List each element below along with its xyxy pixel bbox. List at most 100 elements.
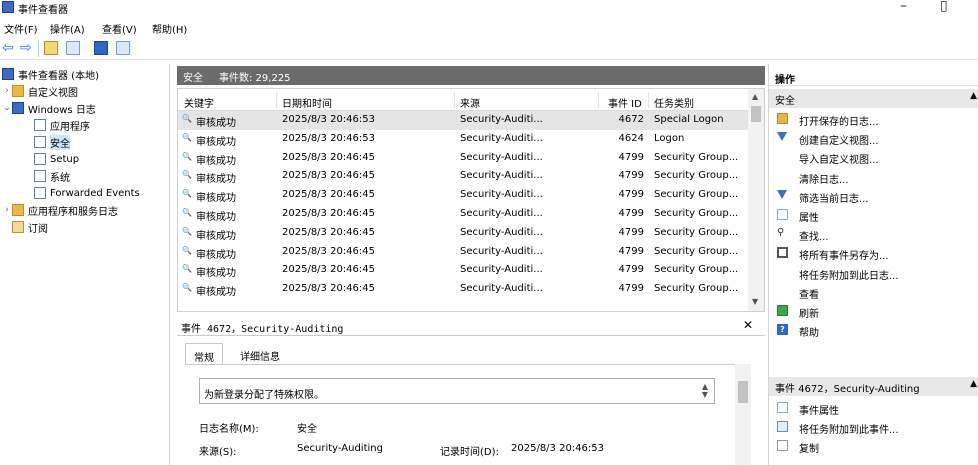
column-header-datetime[interactable]: 日期和时间 (282, 95, 332, 110)
cell-source: Security-Auditi... (460, 132, 543, 144)
tree-item-label: Setup (50, 153, 80, 165)
audit-success-key-icon: 🔍 (182, 264, 192, 274)
close-icon[interactable]: ✕ (743, 318, 753, 332)
action-item[interactable]: 导入自定义视图... (769, 148, 978, 166)
up-folder-icon[interactable] (44, 41, 58, 55)
scroll-thumb[interactable] (751, 106, 761, 122)
action-item[interactable]: 复制 (769, 437, 978, 455)
action-item[interactable]: 筛选当前日志... (769, 187, 978, 205)
table-row[interactable]: 🔍 审核成功 2025/8/3 20:46:45 Security-Auditi...… (178, 261, 748, 280)
title-bar: 事件查看器 – ▯ (0, 0, 978, 18)
tree-item-custom-views[interactable]: › 自定义视图 (2, 83, 78, 99)
table-row[interactable]: 🔍 审核成功 2025/8/3 20:46:45 Security-Auditi...… (178, 149, 748, 168)
description-scroll-icon[interactable]: ▲ ▼ (702, 383, 708, 399)
tree-item-root[interactable]: 事件查看器 (本地) (2, 66, 99, 82)
log-icon (34, 136, 46, 148)
action-label: 复制 (799, 444, 819, 456)
action-item[interactable]: 属性 (769, 206, 978, 224)
tree-item-app-service-logs[interactable]: › 应用程序和服务日志 (2, 202, 118, 218)
event-description-box[interactable]: 为新登录分配了特殊权限。 ▲ ▼ (199, 378, 715, 404)
expand-chevron-icon[interactable]: › (2, 86, 12, 96)
menu-file[interactable]: 文件(F) (4, 21, 38, 36)
action-item[interactable]: 清除日志... (769, 168, 978, 186)
detail-scrollbar[interactable] (735, 364, 751, 465)
table-row[interactable]: 🔍 审核成功 2025/8/3 20:46:45 Security-Auditi...… (178, 280, 748, 299)
table-row[interactable]: 🔍 审核成功 2025/8/3 20:46:45 Security-Auditi...… (178, 243, 748, 262)
cell-source: Security-Auditi... (460, 151, 543, 163)
minimize-button[interactable]: – (900, 0, 907, 14)
action-item[interactable]: 将所有事件另存为... (769, 244, 978, 262)
column-header-event-id[interactable]: 事件 ID (608, 95, 642, 110)
cell-source: Security-Auditi... (460, 264, 543, 276)
action-item[interactable]: 打开保存的日志... (769, 110, 978, 128)
help-icon[interactable] (94, 41, 108, 55)
action-label: 将所有事件另存为... (799, 251, 889, 263)
action-item[interactable]: 刷新 (769, 302, 978, 320)
scroll-up-icon[interactable]: ▲ (752, 92, 758, 101)
table-row[interactable]: 🔍 审核成功 2025/8/3 20:46:53 Security-Auditi...… (178, 111, 748, 130)
actions-section-log[interactable]: 安全 ▲ (769, 89, 978, 108)
table-row[interactable]: 🔍 审核成功 2025/8/3 20:46:45 Security-Auditi...… (178, 205, 748, 224)
tree-item-application[interactable]: 应用程序 (34, 117, 90, 133)
source-label: 来源(S): (199, 447, 237, 458)
cell-source: Security-Auditi... (460, 283, 543, 295)
actions-section-event[interactable]: 事件 4672，Security-Auditing ▲ (769, 377, 978, 396)
column-header-source[interactable]: 来源 (460, 95, 480, 110)
table-row[interactable]: 🔍 审核成功 2025/8/3 20:46:45 Security-Auditi...… (178, 186, 748, 205)
column-header-keyword[interactable]: 关键字 (184, 95, 214, 110)
table-row[interactable]: 🔍 审核成功 2025/8/3 20:46:45 Security-Auditi...… (178, 224, 748, 243)
copy-icon (777, 440, 788, 452)
tree-item-security[interactable]: 安全 (34, 134, 70, 150)
tree-item-subscriptions[interactable]: 订阅 (12, 219, 48, 235)
event-properties-icon (777, 402, 788, 413)
cell-task-category: Security Group... (654, 283, 739, 295)
forward-arrow-icon[interactable]: ⇨ (20, 41, 34, 55)
cell-datetime: 2025/8/3 20:46:45 (282, 283, 376, 295)
tree-item-system[interactable]: 系统 (34, 168, 70, 184)
menu-help[interactable]: 帮助(H) (152, 21, 187, 36)
action-label: 打开保存的日志... (799, 117, 879, 128)
tab-details[interactable]: 详细信息 (232, 343, 288, 365)
action-item[interactable]: 事件属性 (769, 399, 978, 417)
action-item[interactable]: 查看 (769, 283, 978, 301)
audit-success-key-icon: 🔍 (182, 208, 192, 217)
back-arrow-icon[interactable]: ⇦ (2, 41, 16, 55)
action-label: 查找... (799, 232, 829, 244)
action-item[interactable]: ? 帮助 (769, 321, 978, 339)
collapse-chevron-icon[interactable]: ▲ (970, 379, 977, 389)
scroll-down-icon[interactable]: ▼ (752, 297, 758, 306)
tree-item-setup[interactable]: Setup (34, 151, 79, 167)
event-count: 事件数: 29,225 (219, 73, 291, 84)
cell-task-category: Special Logon (654, 114, 724, 125)
audit-success-key-icon: 🔍 (182, 132, 192, 142)
action-item[interactable]: 创建自定义视图... (769, 129, 978, 147)
menu-view[interactable]: 查看(V) (102, 21, 137, 36)
cell-event-id: 4799 (618, 189, 644, 201)
action-item[interactable]: 将任务附加到此事件... (769, 418, 978, 436)
table-row[interactable]: 🔍 审核成功 2025/8/3 20:46:53 Security-Auditi...… (178, 130, 748, 149)
show-hide-tree-icon[interactable] (66, 41, 80, 55)
menu-action[interactable]: 操作(A) (50, 21, 85, 36)
column-header-task-category[interactable]: 任务类别 (654, 95, 694, 110)
scroll-thumb[interactable] (738, 381, 748, 403)
logged-value: 2025/8/3 20:46:53 (511, 443, 605, 454)
event-description: 为新登录分配了特殊权限。 (204, 390, 324, 401)
expand-chevron-icon[interactable]: › (2, 205, 12, 215)
cell-task-category: Security Group... (654, 208, 739, 219)
collapse-chevron-icon[interactable]: ⌄ (2, 103, 12, 113)
tab-general[interactable]: 常规 (185, 343, 223, 365)
show-hide-action-pane-icon[interactable] (116, 41, 130, 55)
action-item[interactable]: 将任务附加到此日志... (769, 264, 978, 282)
action-label: 属性 (799, 213, 819, 224)
maximize-button[interactable]: ▯ (940, 0, 948, 14)
cell-event-id: 4799 (618, 226, 644, 238)
action-item[interactable]: ⚲ 查找... (769, 225, 978, 244)
events-scrollbar[interactable]: ▲ ▼ (748, 89, 764, 311)
collapse-chevron-icon[interactable]: ▲ (970, 91, 977, 101)
action-label: 将任务附加到此日志... (799, 270, 899, 282)
cell-keyword: 审核成功 (196, 155, 236, 167)
table-row[interactable]: 🔍 审核成功 2025/8/3 20:46:45 Security-Auditi...… (178, 167, 748, 186)
tree-item-windows-logs[interactable]: ⌄ Windows 日志 (2, 100, 96, 116)
tree-item-label: 应用程序和服务日志 (28, 206, 118, 218)
tree-item-forwarded-events[interactable]: Forwarded Events (34, 185, 140, 201)
